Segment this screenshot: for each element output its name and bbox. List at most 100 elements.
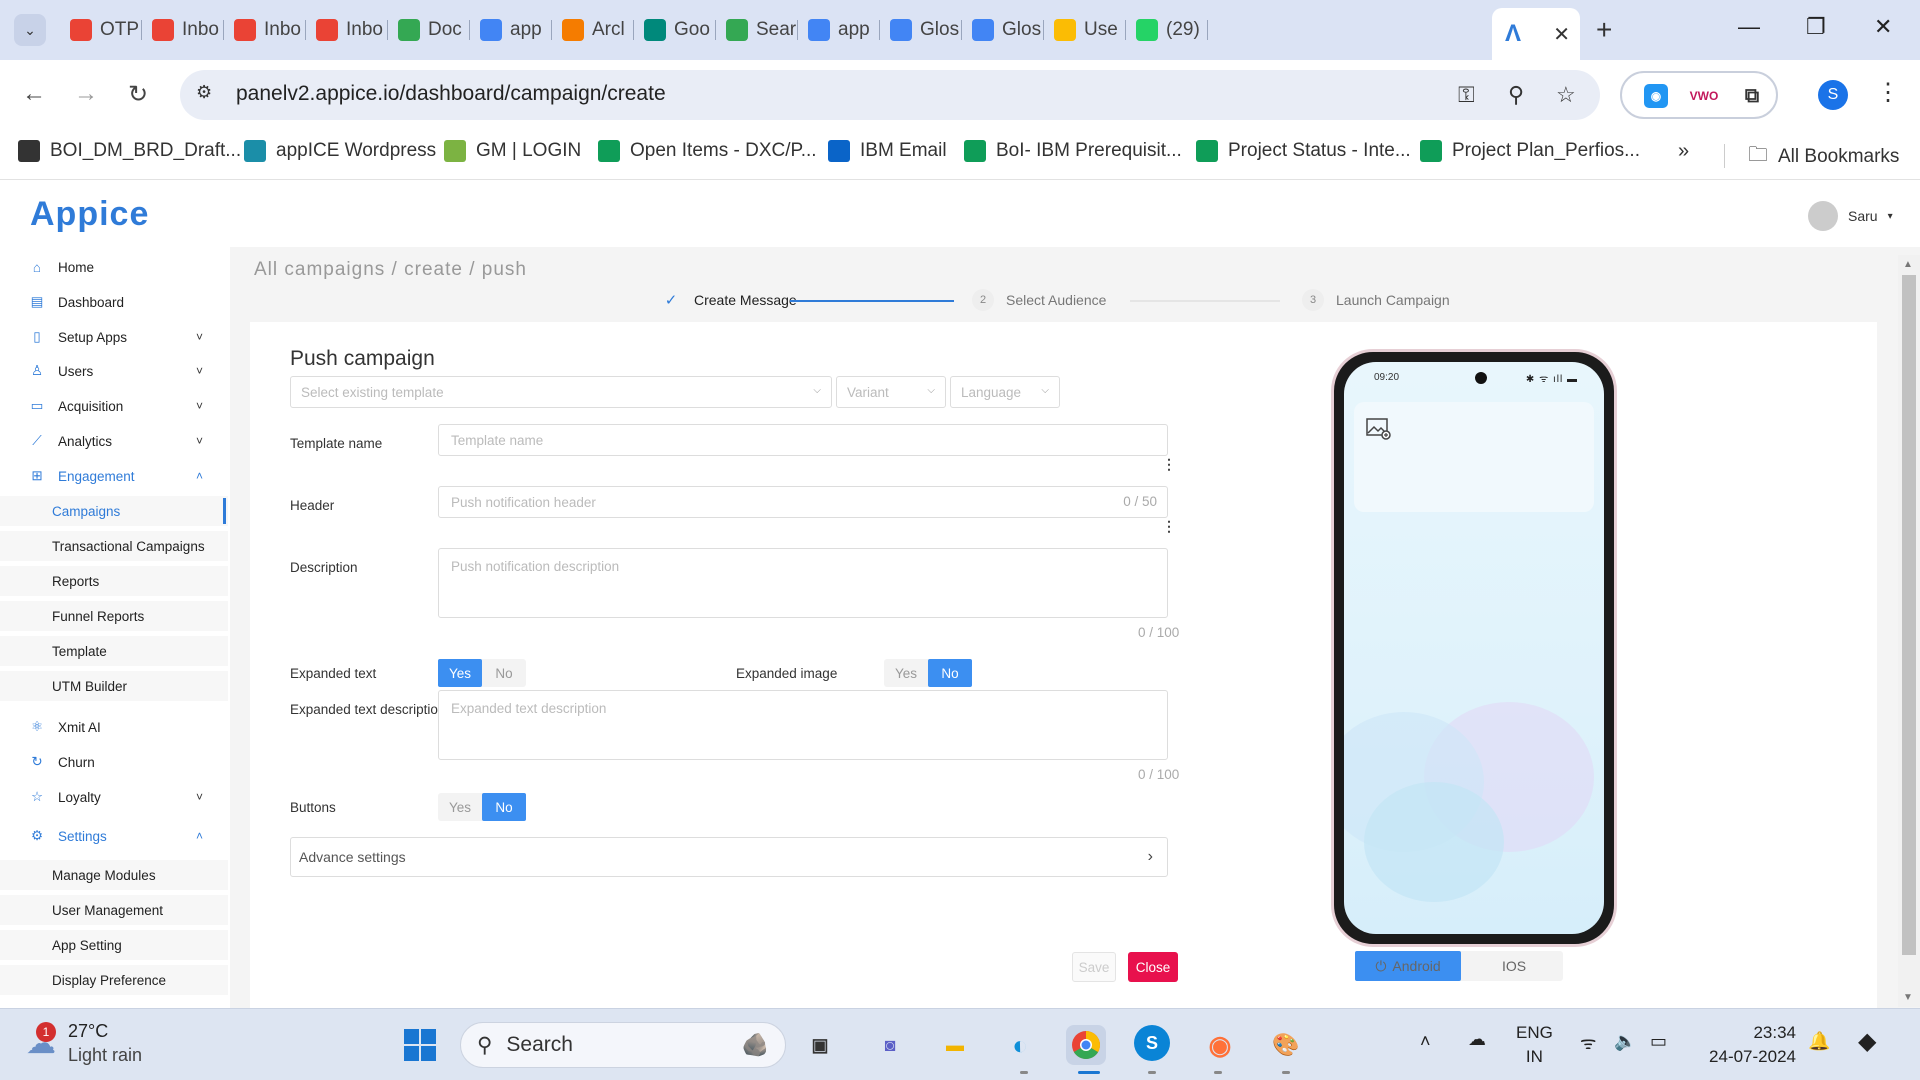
paint-icon[interactable]: 🎨 — [1266, 1025, 1306, 1065]
browser-tab[interactable]: app — [470, 12, 552, 48]
minimize-icon[interactable]: — — [1738, 14, 1760, 40]
task-view-icon[interactable]: ▣ — [800, 1025, 840, 1065]
buttons-no[interactable]: No — [482, 793, 526, 821]
tab-search-button[interactable]: ⌄ — [14, 14, 46, 46]
url-text[interactable]: panelv2.appice.io/dashboard/campaign/cre… — [236, 82, 666, 106]
save-button[interactable]: Save — [1072, 952, 1116, 982]
all-bookmarks[interactable]: 🗀 All Bookmarks — [1748, 140, 1899, 174]
sidebar-item-dashboard[interactable]: ▤ Dashboard — [0, 287, 228, 317]
android-tab[interactable]: ⏻ Android — [1355, 951, 1461, 981]
sidebar-subitem[interactable]: UTM Builder — [0, 671, 228, 701]
sidebar-item-users[interactable]: ♙ Users ˅ — [0, 356, 228, 386]
header-input[interactable]: Push notification header 0 / 50 — [438, 486, 1168, 518]
sidebar-subitem[interactable]: Campaigns — [0, 496, 228, 526]
edge-icon[interactable]: ◐ — [1000, 1025, 1040, 1065]
skype-icon[interactable]: S — [1134, 1025, 1170, 1061]
close-icon[interactable]: ✕ — [1553, 22, 1570, 47]
windows-start-icon[interactable] — [400, 1025, 440, 1065]
bookmark-item[interactable]: IBM Email — [828, 140, 947, 162]
sidebar-subitem[interactable]: Reports — [0, 566, 228, 596]
bookmark-star-icon[interactable]: ☆ — [1556, 82, 1576, 108]
browser-tab[interactable]: Glos — [962, 12, 1044, 48]
sidebar-item-home[interactable]: ⌂ Home — [0, 252, 228, 282]
reload-icon[interactable]: ↻ — [128, 80, 148, 109]
bookmark-item[interactable]: BOI_DM_BRD_Draft... — [18, 140, 241, 162]
browser-tab[interactable]: Inbo — [224, 12, 306, 48]
firefox-icon[interactable]: ◉ — [1200, 1025, 1240, 1065]
appice-logo[interactable]: Appice — [30, 195, 149, 234]
onedrive-icon[interactable]: ☁ — [1468, 1029, 1486, 1050]
bookmark-item[interactable]: Open Items - DXC/P... — [598, 140, 817, 162]
advance-settings[interactable]: Advance settings › — [290, 837, 1168, 877]
extension-camera-icon[interactable]: ◉ — [1644, 84, 1668, 108]
browser-tab[interactable]: (29) — [1126, 12, 1208, 48]
browser-tab[interactable]: Use — [1044, 12, 1126, 48]
wifi-icon[interactable]: ᯤ — [1580, 1031, 1596, 1055]
clock[interactable]: 23:34 24-07-2024 — [1700, 1021, 1796, 1069]
browser-tab[interactable]: Inbo — [142, 12, 224, 48]
sidebar-item-settings[interactable]: ⚙ Settings ˄ — [0, 821, 228, 851]
buttons-yes[interactable]: Yes — [438, 793, 482, 821]
browser-tab[interactable]: OTP — [60, 12, 142, 48]
ios-tab[interactable]: IOS — [1461, 951, 1561, 981]
taskbar-search[interactable]: ⚲ Search 🪨 — [460, 1022, 786, 1068]
description-textarea[interactable]: Push notification description — [438, 548, 1168, 618]
variant-select[interactable]: Variant ⌵ — [836, 376, 946, 408]
page-scrollbar[interactable]: ▲ ▼ — [1898, 255, 1920, 1007]
sidebar-subitem[interactable]: Display Preference — [0, 965, 228, 995]
close-window-icon[interactable]: ✕ — [1874, 14, 1892, 40]
language-select[interactable]: Language ⌵ — [950, 376, 1060, 408]
expanded-text-description-textarea[interactable]: Expanded text description — [438, 690, 1168, 760]
browser-tab[interactable]: Doc — [388, 12, 470, 48]
header-options-icon[interactable]: ⋮ — [1162, 518, 1176, 535]
bookmark-item[interactable]: Project Plan_Perfios... — [1420, 140, 1640, 162]
language-indicator[interactable]: ENG IN — [1516, 1021, 1553, 1069]
tray-chevron-up-icon[interactable]: ˄ — [1420, 1031, 1431, 1052]
step-launch-campaign[interactable]: 3 Launch Campaign — [1302, 289, 1450, 311]
bookmark-item[interactable]: GM | LOGIN — [444, 140, 581, 162]
bookmark-item[interactable]: Project Status - Inte... — [1196, 140, 1411, 162]
scroll-thumb[interactable] — [1902, 275, 1916, 955]
browser-tab[interactable]: Glos — [880, 12, 962, 48]
weather-widget[interactable]: ☁ 1 27°C Light rain — [26, 1019, 142, 1067]
sidebar-subitem[interactable]: Funnel Reports — [0, 601, 228, 631]
sidebar-subitem[interactable]: User Management — [0, 895, 228, 925]
browser-tab[interactable]: Inbo — [306, 12, 388, 48]
bookmark-item[interactable]: appICE Wordpress — [244, 140, 436, 162]
volume-icon[interactable]: 🔈 — [1614, 1031, 1636, 1052]
expanded-image-yes[interactable]: Yes — [884, 659, 928, 687]
scroll-up-icon[interactable]: ▲ — [1903, 259, 1913, 270]
sidebar-subitem[interactable]: App Setting — [0, 930, 228, 960]
chrome-icon[interactable] — [1066, 1025, 1106, 1065]
file-explorer-icon[interactable]: ▬ — [935, 1025, 975, 1065]
sidebar-subitem[interactable]: Manage Modules — [0, 860, 228, 890]
password-key-icon[interactable]: ⚿ — [1458, 82, 1475, 108]
browser-menu-icon[interactable]: ⋮ — [1876, 78, 1900, 107]
copilot-icon[interactable]: ◆ — [1858, 1027, 1876, 1056]
scroll-down-icon[interactable]: ▼ — [1903, 992, 1913, 1003]
template-select[interactable]: Select existing template ⌵ — [290, 376, 832, 408]
zoom-icon[interactable]: ⚲ — [1508, 82, 1524, 108]
sidebar-item-loyalty[interactable]: ☆ Loyalty ˅ — [0, 782, 228, 812]
sidebar-subitem[interactable]: Transactional Campaigns — [0, 531, 228, 561]
step-create-message[interactable]: ✓ Create Message — [660, 289, 797, 311]
teams-icon[interactable]: ◙ — [870, 1025, 910, 1065]
forward-icon[interactable]: → — [74, 80, 98, 108]
browser-tab[interactable]: Sear — [716, 12, 798, 48]
sidebar-item-setup-apps[interactable]: ▯ Setup Apps ˅ — [0, 322, 228, 352]
new-tab-button[interactable]: + — [1596, 14, 1612, 46]
profile-avatar[interactable]: S — [1818, 80, 1848, 110]
close-button[interactable]: Close — [1128, 952, 1178, 982]
sidebar-item-xmit-ai[interactable]: ⚛ Xmit AI — [0, 712, 228, 742]
user-menu[interactable]: Saru ▾ — [1808, 201, 1893, 231]
sidebar-subitem[interactable]: Template — [0, 636, 228, 666]
sidebar-item-analytics[interactable]: ⟋ Analytics ˅ — [0, 426, 228, 456]
site-info-icon[interactable]: ⚙ — [196, 82, 220, 106]
extension-vwo-icon[interactable]: VWO — [1690, 84, 1719, 108]
battery-icon[interactable]: ▭ — [1650, 1031, 1667, 1052]
browser-tab[interactable]: app — [798, 12, 880, 48]
template-name-input[interactable]: Template name — [438, 424, 1168, 456]
tab-active-appice[interactable]: Λ ✕ — [1492, 8, 1580, 60]
browser-tab[interactable]: Arcl — [552, 12, 634, 48]
step-select-audience[interactable]: 2 Select Audience — [972, 289, 1106, 311]
